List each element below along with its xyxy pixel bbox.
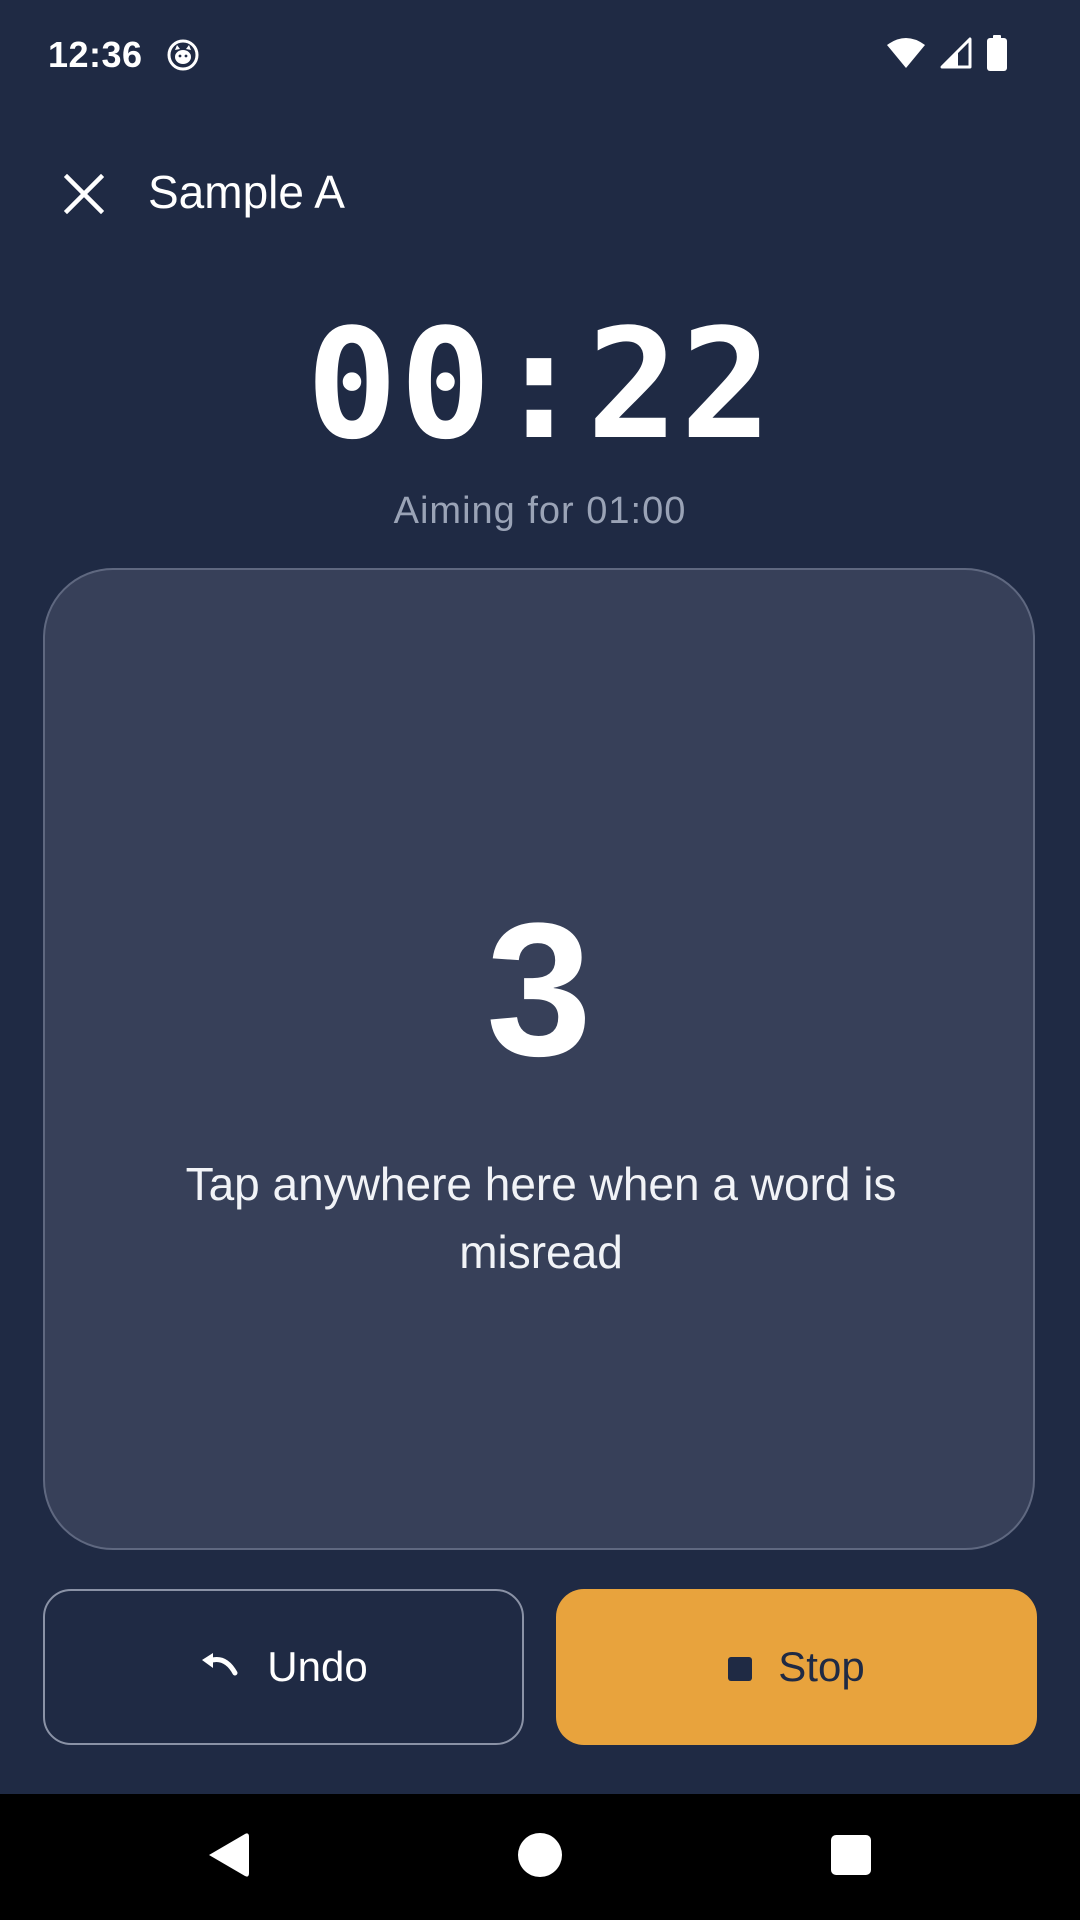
system-navigation-bar xyxy=(0,1794,1080,1920)
undo-arrow-icon xyxy=(199,1643,241,1691)
cat-face-notification-icon xyxy=(166,38,200,72)
misread-count: 3 xyxy=(486,884,592,1096)
battery-icon xyxy=(986,34,1008,76)
stop-square-icon xyxy=(728,1643,753,1691)
wifi-icon xyxy=(886,37,926,74)
cellular-signal-icon xyxy=(940,37,972,74)
recents-button[interactable] xyxy=(816,1822,886,1892)
top-app-bar: Sample A xyxy=(0,150,1080,234)
stop-label: Stop xyxy=(778,1643,865,1690)
back-button[interactable] xyxy=(193,1822,263,1892)
elapsed-timer: 00:22 xyxy=(306,296,774,473)
misread-tap-area[interactable]: 3 Tap anywhere here when a word is misre… xyxy=(43,568,1035,1550)
close-button[interactable] xyxy=(52,164,116,228)
home-button[interactable] xyxy=(505,1822,575,1892)
status-time: 12:36 xyxy=(48,34,143,75)
screen-title: Sample A xyxy=(148,166,345,218)
close-icon xyxy=(63,173,105,219)
status-bar: 12:36 xyxy=(0,0,1080,110)
undo-button[interactable]: Undo xyxy=(43,1589,524,1745)
stop-button[interactable]: Stop xyxy=(556,1589,1037,1745)
back-icon xyxy=(205,1830,251,1885)
home-icon xyxy=(516,1831,564,1884)
status-icons xyxy=(886,34,1008,76)
target-time-text: Aiming for 01:00 xyxy=(393,490,687,532)
tap-hint-text: Tap anywhere here when a word is misread xyxy=(185,1158,897,1278)
undo-label: Undo xyxy=(267,1643,368,1690)
recents-icon xyxy=(830,1834,872,1881)
